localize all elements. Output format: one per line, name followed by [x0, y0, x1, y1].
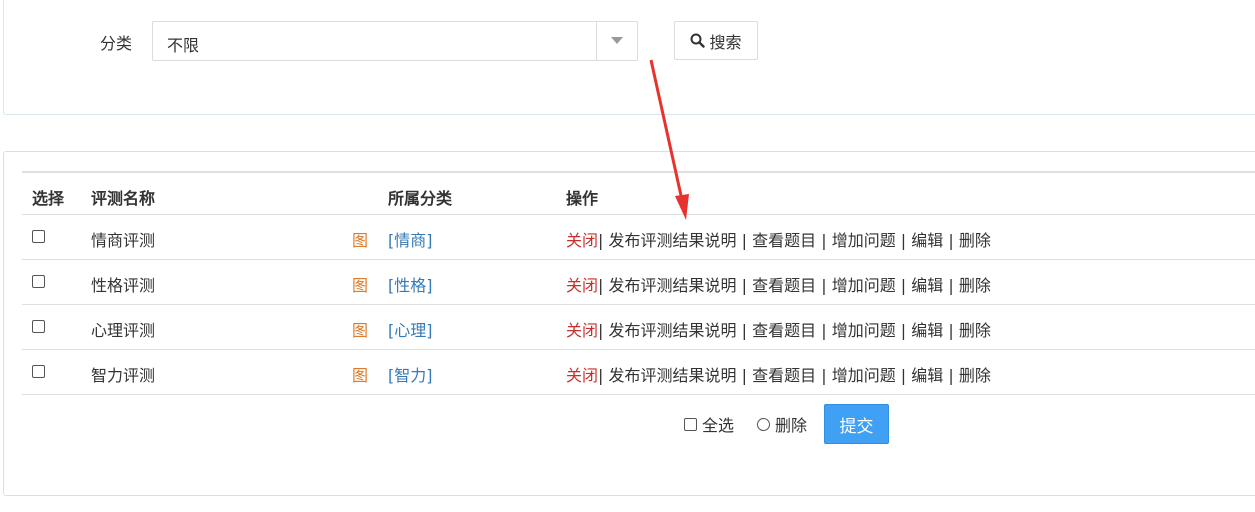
- category-link[interactable]: [心理]: [388, 317, 433, 341]
- category-select[interactable]: 不限: [152, 21, 638, 61]
- delete-link[interactable]: 删除: [959, 231, 991, 250]
- delete-link[interactable]: 删除: [959, 276, 991, 295]
- add-question-link[interactable]: 增加问题: [832, 231, 896, 250]
- close-link[interactable]: 关闭: [566, 366, 598, 385]
- select-all-label: 全选: [702, 416, 735, 435]
- row-checkbox[interactable]: [32, 230, 45, 243]
- category-filter-label: 分类: [100, 34, 133, 53]
- category-select-value: 不限: [167, 36, 200, 55]
- separator: |: [948, 276, 954, 295]
- separator: |: [948, 231, 954, 250]
- header-category: 所属分类: [388, 189, 453, 208]
- image-link[interactable]: 图: [352, 272, 368, 296]
- close-link[interactable]: 关闭: [566, 231, 598, 250]
- publish-result-link[interactable]: 发布评测结果说明: [609, 321, 737, 340]
- delete-link[interactable]: 删除: [959, 321, 991, 340]
- add-question-link[interactable]: 增加问题: [832, 366, 896, 385]
- separator: |: [948, 366, 954, 385]
- separator: |: [741, 366, 747, 385]
- separator: |: [900, 276, 907, 295]
- table-row: 智力评测 图 [智力] 关闭| 发布评测结果说明 | 查看题目 | 增加问题 |…: [22, 350, 1255, 395]
- edit-link[interactable]: 编辑: [911, 231, 943, 250]
- search-button-label: 搜索: [709, 32, 742, 52]
- search-button[interactable]: 搜索: [674, 21, 758, 60]
- row-actions: 关闭| 发布评测结果说明 | 查看题目 | 增加问题 | 编辑 | 删除: [566, 227, 991, 251]
- separator: |: [821, 321, 827, 340]
- row-actions: 关闭| 发布评测结果说明 | 查看题目 | 增加问题 | 编辑 | 删除: [566, 362, 991, 386]
- separator: |: [900, 321, 907, 340]
- close-link[interactable]: 关闭: [566, 276, 598, 295]
- add-question-link[interactable]: 增加问题: [832, 321, 896, 340]
- publish-result-link[interactable]: 发布评测结果说明: [609, 231, 737, 250]
- select-dropdown-toggle[interactable]: [596, 22, 637, 60]
- publish-result-link[interactable]: 发布评测结果说明: [609, 276, 737, 295]
- table-row: 性格评测 图 [性格] 关闭| 发布评测结果说明 | 查看题目 | 增加问题 |…: [22, 260, 1255, 305]
- separator: |: [821, 366, 827, 385]
- submit-button[interactable]: 提交: [824, 404, 889, 444]
- row-checkbox[interactable]: [32, 275, 45, 288]
- add-question-link[interactable]: 增加问题: [832, 276, 896, 295]
- delete-radio[interactable]: 删除: [757, 412, 807, 436]
- image-link[interactable]: 图: [352, 317, 368, 341]
- edit-link[interactable]: 编辑: [911, 276, 943, 295]
- row-checkbox[interactable]: [32, 365, 45, 378]
- caret-down-icon: [611, 37, 623, 44]
- view-questions-link[interactable]: 查看题目: [752, 366, 816, 385]
- separator: |: [900, 366, 907, 385]
- delete-radio-label: 删除: [775, 416, 808, 435]
- search-icon: [690, 33, 706, 48]
- close-link[interactable]: 关闭: [566, 321, 598, 340]
- table-row: 情商评测 图 [情商] 关闭| 发布评测结果说明 | 查看题目 | 增加问题 |…: [22, 215, 1255, 260]
- separator: |: [741, 321, 747, 340]
- row-actions: 关闭| 发布评测结果说明 | 查看题目 | 增加问题 | 编辑 | 删除: [566, 317, 991, 341]
- table-row: 心理评测 图 [心理] 关闭| 发布评测结果说明 | 查看题目 | 增加问题 |…: [22, 305, 1255, 350]
- separator: |: [741, 276, 747, 295]
- table-header: 选择 评测名称 所属分类 操作: [22, 171, 1255, 215]
- select-all-checkbox[interactable]: 全选: [684, 412, 734, 436]
- separator: |: [821, 276, 827, 295]
- header-actions: 操作: [566, 189, 599, 208]
- separator: |: [741, 231, 747, 250]
- separator: |: [948, 321, 954, 340]
- edit-link[interactable]: 编辑: [911, 321, 943, 340]
- delete-link[interactable]: 删除: [959, 366, 991, 385]
- header-name: 评测名称: [91, 189, 156, 208]
- view-questions-link[interactable]: 查看题目: [752, 231, 816, 250]
- radio-circle[interactable]: [757, 417, 770, 431]
- header-select: 选择: [32, 189, 65, 208]
- category-link[interactable]: [智力]: [388, 362, 433, 386]
- row-actions: 关闭| 发布评测结果说明 | 查看题目 | 增加问题 | 编辑 | 删除: [566, 272, 991, 296]
- publish-result-link[interactable]: 发布评测结果说明: [609, 366, 737, 385]
- separator: |: [598, 276, 604, 295]
- separator: |: [900, 231, 907, 250]
- image-link[interactable]: 图: [352, 227, 368, 251]
- image-link[interactable]: 图: [352, 362, 368, 386]
- view-questions-link[interactable]: 查看题目: [752, 321, 816, 340]
- evaluation-name: 心理评测: [91, 321, 156, 340]
- checkbox-box[interactable]: [684, 417, 697, 431]
- evaluation-name: 情商评测: [91, 231, 156, 250]
- evaluation-name: 性格评测: [91, 276, 156, 295]
- separator: |: [598, 366, 604, 385]
- evaluation-name: 智力评测: [91, 366, 156, 385]
- category-link[interactable]: [情商]: [388, 227, 433, 251]
- view-questions-link[interactable]: 查看题目: [752, 276, 816, 295]
- separator: |: [598, 231, 604, 250]
- separator: |: [821, 231, 827, 250]
- category-link[interactable]: [性格]: [388, 272, 433, 296]
- row-checkbox[interactable]: [32, 320, 45, 333]
- separator: |: [598, 321, 604, 340]
- edit-link[interactable]: 编辑: [911, 366, 943, 385]
